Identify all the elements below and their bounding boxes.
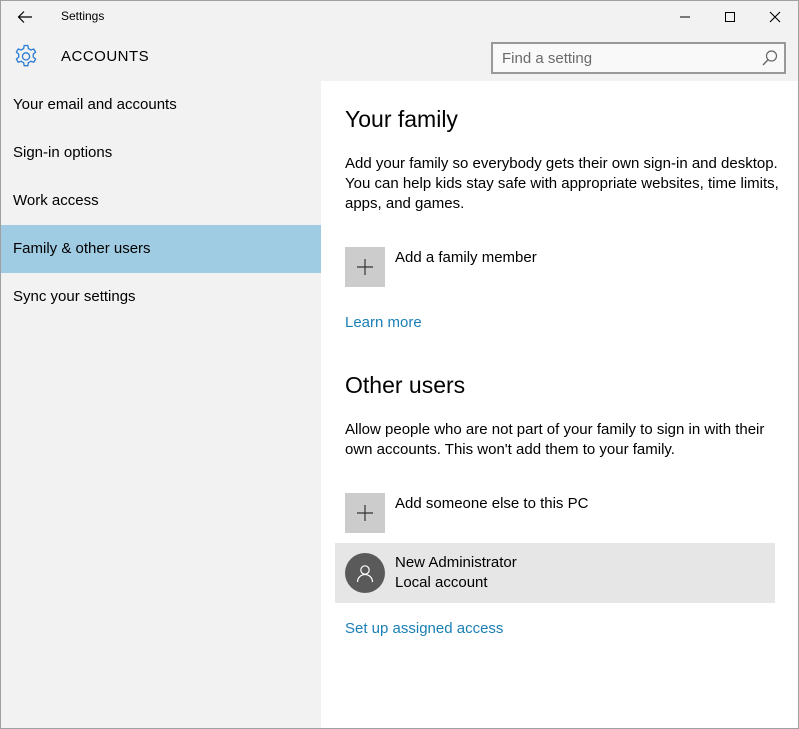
learn-more-link[interactable]: Learn more — [345, 314, 422, 331]
title-bar: Settings — [1, 1, 798, 33]
sidebar-item-label: Sync your settings — [13, 288, 136, 305]
maximize-button[interactable] — [707, 1, 753, 33]
back-button[interactable] — [1, 1, 49, 33]
set-up-assigned-access-link[interactable]: Set up assigned access — [345, 620, 503, 637]
family-description: Add your family so everybody gets their … — [345, 155, 779, 212]
gear-icon — [15, 44, 37, 67]
add-tile — [345, 247, 385, 287]
add-someone-else-button[interactable]: Add someone else to this PC — [345, 493, 785, 537]
add-tile — [345, 493, 385, 533]
sidebar-item-sign-in-options[interactable]: Sign-in options — [1, 129, 321, 177]
settings-window: Settings ACCOUNTS Find a setting Your em… — [0, 0, 799, 729]
user-account-type: Local account — [395, 574, 488, 591]
add-family-member-label: Add a family member — [395, 249, 537, 266]
plus-icon — [357, 259, 373, 275]
search-icon[interactable] — [761, 49, 779, 67]
main-content: Your family Add your family so everybody… — [321, 81, 798, 728]
sidebar-item-label: Work access — [13, 192, 99, 209]
user-name: New Administrator — [395, 554, 517, 571]
sidebar-item-label: Family & other users — [13, 240, 151, 257]
window-title: Settings — [61, 9, 105, 23]
close-button[interactable] — [752, 1, 798, 33]
settings-header: ACCOUNTS — [1, 33, 798, 81]
close-icon — [769, 11, 781, 23]
sidebar-item-work-access[interactable]: Work access — [1, 177, 321, 225]
sidebar-item-label: Your email and accounts — [13, 96, 177, 113]
add-someone-else-label: Add someone else to this PC — [395, 495, 589, 512]
sidebar-item-sync-settings[interactable]: Sync your settings — [1, 273, 321, 321]
sidebar-item-family-other-users[interactable]: Family & other users — [1, 225, 321, 273]
sidebar-item-email-accounts[interactable]: Your email and accounts — [1, 81, 321, 129]
minimize-button[interactable] — [662, 1, 708, 33]
other-users-description: Allow people who are not part of your fa… — [345, 421, 765, 458]
minimize-icon — [680, 16, 690, 18]
page-title: ACCOUNTS — [61, 48, 150, 65]
sidebar-item-label: Sign-in options — [13, 144, 113, 161]
avatar — [345, 553, 385, 593]
search-input[interactable] — [493, 44, 755, 72]
add-family-member-button[interactable]: Add a family member — [345, 247, 785, 291]
maximize-icon — [725, 12, 735, 22]
user-account-item[interactable]: New Administrator Local account — [335, 543, 775, 603]
family-heading: Your family — [345, 106, 458, 132]
sidebar: Your email and accounts Sign-in options … — [1, 81, 321, 728]
plus-icon — [357, 505, 373, 521]
back-arrow-icon — [17, 11, 32, 23]
user-icon — [356, 565, 374, 583]
other-users-heading: Other users — [345, 372, 466, 398]
search-box[interactable] — [491, 42, 786, 74]
